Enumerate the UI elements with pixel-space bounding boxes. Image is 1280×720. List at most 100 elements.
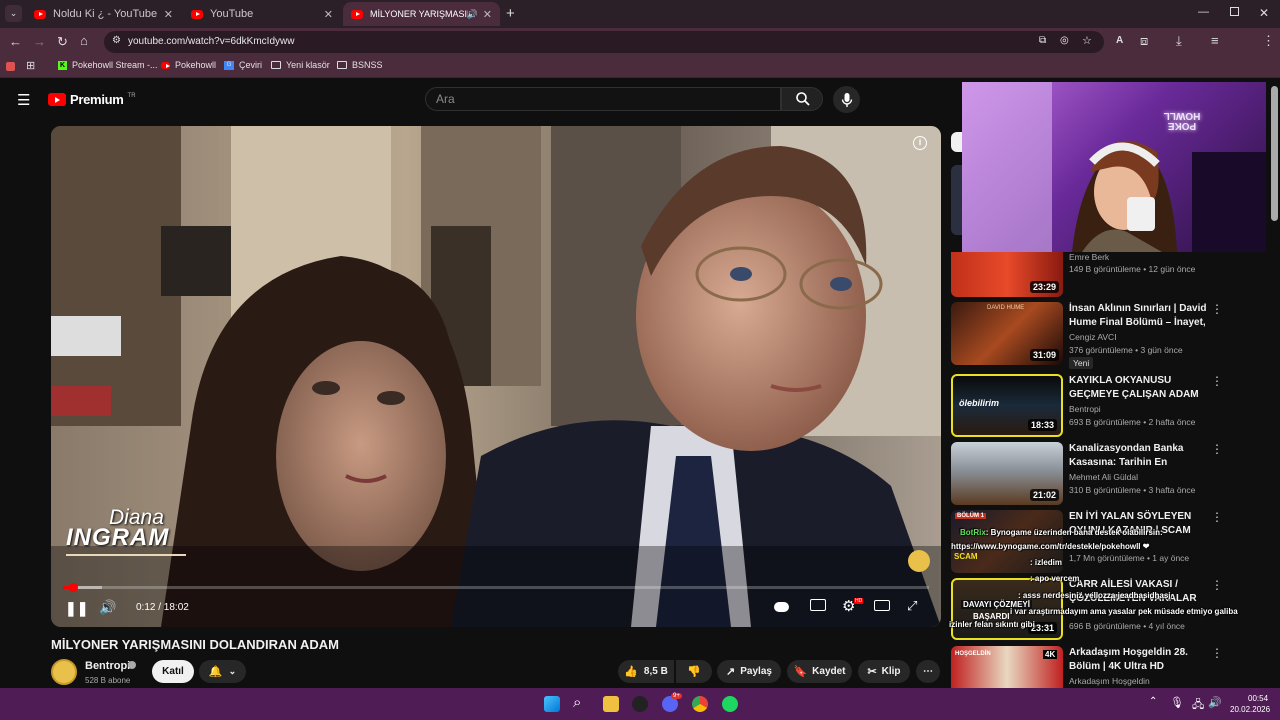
bookmark-pokehowll-stream[interactable]: K Pokehowll Stream -... — [58, 60, 158, 70]
minimize-window-button[interactable]: — — [1198, 6, 1209, 18]
chat-line: izinler felan sıkıntı gibi — [949, 620, 1035, 629]
voice-search-button[interactable] — [833, 86, 860, 113]
video-thumbnail[interactable]: DAVID HUME 31:09 — [951, 302, 1063, 365]
video-title[interactable]: KAYIKLA OKYANUSU GEÇMEYE ÇALIŞAN ADAM — [1069, 374, 1209, 402]
channel-name[interactable]: Bentropi — [85, 660, 130, 672]
dislike-button[interactable]: 👎 — [676, 660, 712, 683]
profile-a-icon[interactable]: A — [1116, 35, 1123, 46]
youtube-premium-logo[interactable]: Premium TR — [48, 92, 136, 107]
start-menu-icon[interactable] — [544, 696, 560, 712]
extensions-icon[interactable]: ⧈ — [1140, 33, 1148, 49]
tab-search-button[interactable]: ⌄ — [5, 5, 22, 22]
star-icon[interactable]: ☆ — [1082, 34, 1092, 47]
like-button[interactable]: 👍 8,5 B — [618, 660, 674, 683]
reading-list-icon[interactable]: ≡ — [1211, 33, 1219, 48]
chat-line: : apo vercem — [1030, 574, 1080, 583]
bookmark-ceviri[interactable]: G Çeviri — [224, 60, 262, 70]
thumbnail-text: BÖLÜM 1 — [955, 513, 986, 519]
list-item[interactable]: DAVID HUME 31:09 İnsan Aklının Sınırları… — [951, 302, 1271, 370]
subtitles-icon[interactable] — [810, 599, 826, 611]
close-tab-icon[interactable]: ✕ — [483, 8, 492, 21]
tab-noldu-ki[interactable]: Noldu Ki ¿ - YouTube ✕ — [26, 2, 181, 26]
bookmark-label: BSNSS — [352, 60, 383, 70]
chrome-icon[interactable] — [692, 696, 708, 712]
volume-icon[interactable]: 🔊 — [99, 599, 116, 616]
volume-tray-icon[interactable]: 🔊 — [1208, 696, 1222, 709]
video-thumbnail[interactable]: 23:29 — [951, 252, 1063, 297]
eye-off-icon[interactable]: ◎ — [1060, 35, 1069, 46]
more-options-icon[interactable]: ⋮ — [1211, 442, 1223, 456]
search-input[interactable]: Ara — [425, 87, 781, 111]
spotify-icon[interactable] — [722, 696, 738, 712]
hamburger-menu-icon[interactable]: ☰ — [17, 91, 30, 109]
clock-date[interactable]: 20.02.2026 — [1230, 705, 1270, 714]
file-explorer-icon[interactable] — [603, 696, 619, 712]
more-options-icon[interactable]: ⋮ — [1211, 646, 1223, 660]
search-button[interactable] — [781, 87, 823, 111]
join-button[interactable]: Katıl — [152, 660, 194, 683]
list-item[interactable]: ölebilirim 18:33 KAYIKLA OKYANUSU GEÇMEY… — [951, 374, 1271, 438]
video-thumbnail[interactable]: HOŞGELDİN 4K — [951, 646, 1063, 688]
tab-milyoner[interactable]: MİLYONER YARIŞMASINI DO 🔊 ✕ — [343, 2, 500, 26]
apps-grid-icon[interactable]: ⊞ — [26, 59, 35, 72]
clip-button[interactable]: ✂ Klip — [858, 660, 910, 683]
home-icon[interactable]: ⌂ — [80, 33, 88, 48]
chatgpt-icon[interactable] — [632, 696, 648, 712]
site-info-icon[interactable]: ⚙ — [112, 35, 121, 46]
close-window-button[interactable]: ✕ — [1259, 6, 1269, 20]
page-scrollbar[interactable] — [1271, 86, 1278, 221]
notification-bell-button[interactable]: 🔔 ⌄ — [199, 660, 246, 683]
video-player[interactable]: Diana INGRAM i — [51, 126, 941, 627]
bookmark-bsnss[interactable]: BSNSS — [337, 60, 383, 70]
list-item[interactable]: HOŞGELDİN 4K Arkadaşım Hoşgeldin 28. Böl… — [951, 646, 1271, 688]
search-icon[interactable]: ⌕ — [573, 694, 581, 711]
bookmark-red-icon[interactable] — [6, 62, 15, 71]
close-tab-icon[interactable]: ✕ — [324, 8, 333, 21]
bookmark-yeni-klasor[interactable]: Yeni klasör — [271, 60, 330, 70]
pause-icon[interactable]: ❚❚ — [65, 600, 88, 617]
video-thumbnail[interactable]: 21:02 — [951, 442, 1063, 505]
list-item[interactable]: 23:29 Emre Berk 149 B görüntüleme • 12 g… — [951, 252, 1271, 297]
downloads-icon[interactable]: ⤓ — [1176, 33, 1182, 49]
audio-playing-icon[interactable]: 🔊 — [467, 9, 478, 20]
more-actions-button[interactable]: ⋯ — [916, 660, 940, 683]
discord-badge: 9+ — [671, 693, 682, 699]
list-item[interactable]: 21:02 Kanalizasyondan Banka Kasasına: Ta… — [951, 442, 1271, 506]
address-bar[interactable]: ⚙ youtube.com/watch?v=6dkKmcIdyww ⧉ ◎ ☆ — [104, 31, 1104, 53]
back-icon[interactable]: ← — [9, 34, 22, 49]
save-button[interactable]: 🔖 Kaydet — [787, 660, 852, 683]
network-icon[interactable]: 🖧 — [1192, 696, 1204, 715]
tab-label: MİLYONER YARIŞMASINI DO — [370, 9, 468, 19]
forward-icon[interactable]: → — [33, 34, 46, 49]
fullscreen-icon[interactable]: ⤢ — [907, 598, 917, 614]
chevron-up-icon[interactable]: ⌃ — [1149, 696, 1157, 707]
info-icon[interactable]: i — [913, 136, 927, 150]
theater-mode-icon[interactable] — [874, 600, 890, 611]
video-thumbnail[interactable]: ölebilirim 18:33 — [951, 374, 1063, 437]
channel-watermark-icon[interactable] — [908, 550, 930, 572]
thumbnail-text: ölebilirim — [959, 398, 1000, 408]
more-options-icon[interactable]: ⋮ — [1211, 510, 1223, 524]
clock-time[interactable]: 00:54 — [1248, 694, 1268, 703]
close-tab-icon[interactable]: ✕ — [164, 8, 173, 21]
menu-dots-icon[interactable]: ⋮ — [1262, 33, 1275, 49]
autoplay-toggle-icon[interactable] — [774, 602, 789, 612]
new-tab-button[interactable]: + — [506, 5, 515, 22]
time-display: 0:12 / 18:02 — [136, 602, 189, 613]
maximize-window-button[interactable] — [1230, 7, 1239, 16]
more-options-icon[interactable]: ⋮ — [1211, 374, 1223, 388]
video-title[interactable]: Kanalizasyondan Banka Kasasına: Tarihin … — [1069, 442, 1209, 470]
install-app-icon[interactable]: ⧉ — [1039, 35, 1046, 46]
channel-avatar[interactable] — [51, 659, 77, 685]
thumbnail-text: DAVID HUME — [987, 305, 1025, 311]
more-options-icon[interactable]: ⋮ — [1211, 302, 1223, 316]
bookmark-pokehowll[interactable]: Pokehowll — [161, 60, 216, 70]
more-options-icon[interactable]: ⋮ — [1211, 578, 1223, 592]
microphone-tray-icon[interactable]: 🎙 — [1170, 696, 1184, 709]
progress-bar[interactable] — [63, 583, 929, 592]
video-title[interactable]: İnsan Aklının Sınırları | David Hume Fin… — [1069, 302, 1209, 330]
video-title[interactable]: Arkadaşım Hoşgeldin 28. Bölüm | 4K Ultra… — [1069, 646, 1209, 674]
reload-icon[interactable]: ↻ — [57, 34, 68, 50]
share-button[interactable]: ↗ Paylaş — [717, 660, 781, 683]
tab-youtube[interactable]: YouTube ✕ — [183, 2, 341, 26]
